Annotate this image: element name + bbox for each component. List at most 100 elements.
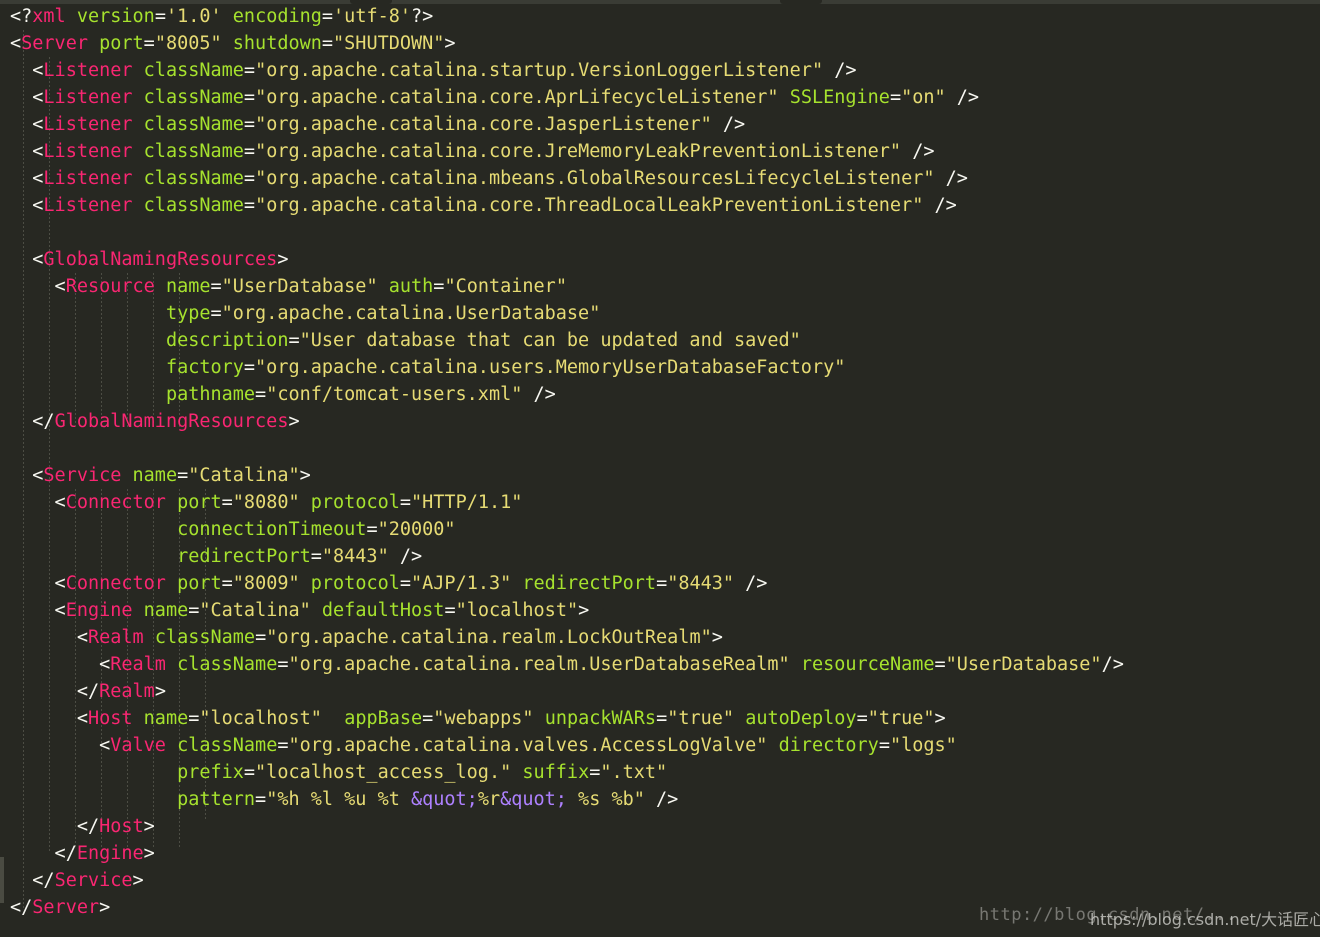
code-token-tag: GlobalNamingResources [43, 249, 278, 270]
code-token-pun: > [288, 411, 300, 432]
code-token-val: "true" [667, 708, 735, 729]
code-line[interactable]: </GlobalNamingResources> [0, 408, 1320, 435]
code-token-pun: < [10, 114, 44, 135]
code-line[interactable]: <Engine name="Catalina" defaultHost="loc… [0, 597, 1320, 624]
code-token-pun [133, 141, 144, 162]
code-line[interactable]: </Engine> [0, 840, 1320, 867]
code-token-attr: directory [778, 735, 879, 756]
code-line[interactable]: <Host name="localhost" appBase="webapps"… [0, 705, 1320, 732]
code-line[interactable]: <Valve className="org.apache.catalina.va… [0, 732, 1320, 759]
code-line[interactable]: <Realm className="org.apache.catalina.re… [0, 651, 1320, 678]
code-token-pun: = [243, 168, 256, 189]
code-line[interactable]: </Realm> [0, 678, 1320, 705]
code-token-attr: name [165, 276, 211, 297]
code-token-attr: protocol [310, 573, 400, 594]
code-token-attr: className [143, 114, 244, 135]
code-token-pun [300, 573, 311, 594]
code-token-pun: </ [10, 411, 55, 432]
code-token-val: "8009" [232, 573, 300, 594]
code-token-pun: /> [388, 546, 423, 567]
code-line[interactable]: <Connector port="8080" protocol="HTTP/1.… [0, 489, 1320, 516]
code-token-pun: = [255, 384, 267, 405]
code-token-attr: protocol [310, 492, 400, 513]
code-token-val: "AJP/1.3" [411, 573, 512, 594]
code-token-pun [10, 357, 166, 378]
code-line[interactable]: description="User database that can be u… [0, 327, 1320, 354]
code-token-pun: = [221, 573, 233, 594]
code-line[interactable]: <Listener className="org.apache.catalina… [0, 57, 1320, 84]
code-token-pun: /> [1101, 654, 1124, 675]
code-line[interactable]: <Listener className="org.apache.catalina… [0, 138, 1320, 165]
code-token-val: "webapps" [433, 708, 534, 729]
code-line[interactable]: pattern="%h %l %u %t &quot;%r&quot; %s %… [0, 786, 1320, 813]
code-token-pun: = [288, 330, 300, 351]
code-token-pun [790, 654, 801, 675]
code-token-val: "%h %l %u %t [266, 789, 411, 810]
code-line[interactable] [0, 219, 1320, 246]
code-token-pun: = [243, 195, 256, 216]
code-token-pun [88, 33, 99, 54]
code-token-pun: = [277, 654, 289, 675]
code-token-val: %r [477, 789, 501, 810]
code-line[interactable]: type="org.apache.catalina.UserDatabase" [0, 300, 1320, 327]
code-token-val: ".txt" [600, 762, 668, 783]
code-line[interactable]: </Host> [0, 813, 1320, 840]
code-line[interactable]: <Server port="8005" shutdown="SHUTDOWN"> [0, 30, 1320, 57]
code-token-pun [534, 708, 545, 729]
code-token-pun [133, 114, 144, 135]
code-token-pun: /> [644, 789, 679, 810]
code-line[interactable]: pathname="conf/tomcat-users.xml" /> [0, 381, 1320, 408]
code-token-attr: redirectPort [177, 546, 311, 567]
code-line[interactable]: connectionTimeout="20000" [0, 516, 1320, 543]
code-token-val: "org.apache.catalina.core.ThreadLocalLea… [255, 195, 924, 216]
code-token-pun: /> [923, 195, 957, 216]
code-token-pun: <? [10, 6, 33, 27]
code-token-tag: Server [32, 897, 100, 918]
code-token-pun: > [132, 870, 144, 891]
code-token-attr: type [165, 303, 211, 324]
code-token-pun [10, 384, 166, 405]
code-token-pun: /> [734, 573, 768, 594]
code-line[interactable]: <Service name="Catalina"> [0, 462, 1320, 489]
code-line[interactable]: </Service> [0, 867, 1320, 894]
code-token-attr: encoding [232, 6, 322, 27]
code-token-pun: = [856, 708, 868, 729]
code-token-tag: Listener [43, 60, 133, 81]
code-token-pun: > [711, 627, 723, 648]
code-token-tag: Host [87, 708, 133, 729]
code-line[interactable]: redirectPort="8443" /> [0, 543, 1320, 570]
code-line[interactable]: <Listener className="org.apache.catalina… [0, 165, 1320, 192]
code-token-pun: </ [10, 843, 77, 864]
code-token-pun: < [10, 87, 44, 108]
code-token-pun: < [10, 168, 44, 189]
code-token-attr: name [143, 708, 189, 729]
code-token-tag: Service [54, 870, 133, 891]
code-token-pun: </ [10, 897, 33, 918]
code-line[interactable]: factory="org.apache.catalina.users.Memor… [0, 354, 1320, 381]
code-line[interactable]: <Listener className="org.apache.catalina… [0, 84, 1320, 111]
code-editor[interactable]: <?xml version='1.0' encoding='utf-8'?> <S… [0, 0, 1320, 937]
code-line[interactable]: <GlobalNamingResources> [0, 246, 1320, 273]
code-token-pun: /> [823, 60, 857, 81]
code-token-pun: </ [10, 816, 100, 837]
code-line[interactable]: <Resource name="UserDatabase" auth="Cont… [0, 273, 1320, 300]
code-line[interactable]: <?xml version='1.0' encoding='utf-8'?> [0, 3, 1320, 30]
code-line[interactable]: prefix="localhost_access_log." suffix=".… [0, 759, 1320, 786]
code-content[interactable]: <?xml version='1.0' encoding='utf-8'?> <S… [0, 3, 1320, 921]
code-line[interactable]: <Connector port="8009" protocol="AJP/1.3… [0, 570, 1320, 597]
code-token-pun: = [255, 789, 267, 810]
code-token-val: "UserDatabase" [945, 654, 1102, 675]
code-line[interactable]: <Listener className="org.apache.catalina… [0, 111, 1320, 138]
code-line[interactable] [0, 435, 1320, 462]
code-token-attr: className [154, 627, 256, 648]
code-token-pun [311, 600, 322, 621]
code-token-pun [133, 168, 144, 189]
code-token-pun: < [10, 573, 66, 594]
code-line[interactable]: <Listener className="org.apache.catalina… [0, 192, 1320, 219]
code-token-pun [133, 195, 144, 216]
code-token-pun [133, 60, 144, 81]
code-token-val: "20000" [377, 519, 456, 540]
code-token-pun: > [299, 465, 311, 486]
code-token-attr: prefix [177, 762, 244, 783]
code-line[interactable]: <Realm className="org.apache.catalina.re… [0, 624, 1320, 651]
